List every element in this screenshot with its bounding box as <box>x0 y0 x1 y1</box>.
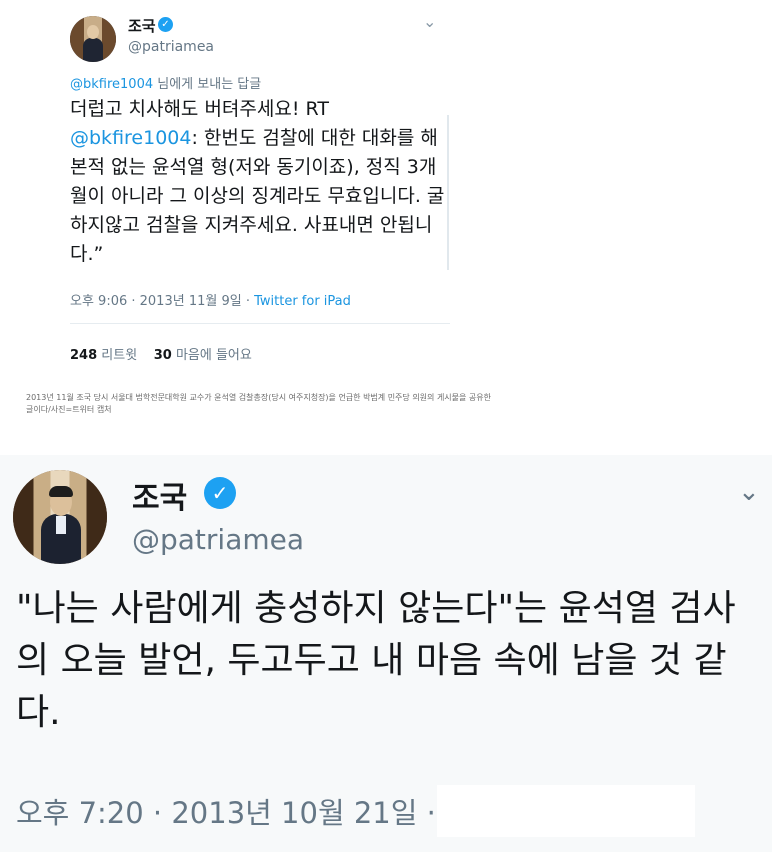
divider <box>70 323 450 324</box>
like-label[interactable]: 마음에 들어요 <box>176 348 252 363</box>
source-link[interactable]: Twitter for iPad <box>254 294 351 309</box>
text-scrollbar[interactable] <box>447 115 449 270</box>
display-name[interactable]: 조국 <box>128 15 156 36</box>
redaction-box <box>437 785 695 837</box>
user-handle[interactable]: @patriamea <box>132 523 304 556</box>
chevron-down-icon[interactable]: ⌄ <box>738 477 760 507</box>
photo-caption: 2013년 11월 조국 당시 서울대 법학전문대학원 교수가 윤석열 검찰총장… <box>26 393 492 414</box>
like-count[interactable]: 30 <box>154 348 172 363</box>
profile-avatar[interactable] <box>70 16 116 62</box>
chevron-down-icon[interactable]: ⌄ <box>423 12 436 31</box>
reply-context: @bkfire1004 님에게 보내는 답글 <box>70 73 261 92</box>
tweet-mention-link[interactable]: @bkfire1004 <box>70 127 191 149</box>
verified-badge-icon: ✓ <box>158 17 173 32</box>
tweet-timestamp: 오후 9:06 · 2013년 11월 9일 · Twitter for iPa… <box>70 290 351 309</box>
tweet-card-1: 조국 ✓ @patriamea ⌄ @bkfire1004 님에게 보내는 답글… <box>0 0 772 376</box>
user-handle[interactable]: @patriamea <box>128 39 214 55</box>
reply-context-label: 님에게 보내는 답글 <box>157 77 262 92</box>
timestamp-text[interactable]: 오후 9:06 · 2013년 11월 9일 · <box>70 294 254 309</box>
display-name[interactable]: 조국 <box>132 473 187 517</box>
tweet-text: "나는 사람에게 충성하지 않는다"는 윤석열 검사의 오늘 발언, 두고두고 … <box>16 588 736 733</box>
reply-mention-link[interactable]: @bkfire1004 <box>70 77 153 92</box>
tweet-card-2: 조국 ✓ @patriamea ⌄ "나는 사람에게 충성하지 않는다"는 윤석… <box>0 455 772 852</box>
profile-avatar[interactable] <box>13 470 107 564</box>
tweet-text-line1: 더럽고 치사해도 버텨주세요! RT <box>70 98 329 120</box>
engagement-stats: 248 리트윗 30 마음에 들어요 <box>70 344 252 363</box>
tweet-timestamp[interactable]: 오후 7:20 · 2013년 10월 21일 · <box>16 790 436 832</box>
retweet-label[interactable]: 리트윗 <box>101 348 137 363</box>
tweet-text: 더럽고 치사해도 버텨주세요! RT @bkfire1004: 한번도 검찰에 … <box>70 95 450 269</box>
retweet-count[interactable]: 248 <box>70 348 97 363</box>
verified-badge-icon: ✓ <box>204 477 236 509</box>
